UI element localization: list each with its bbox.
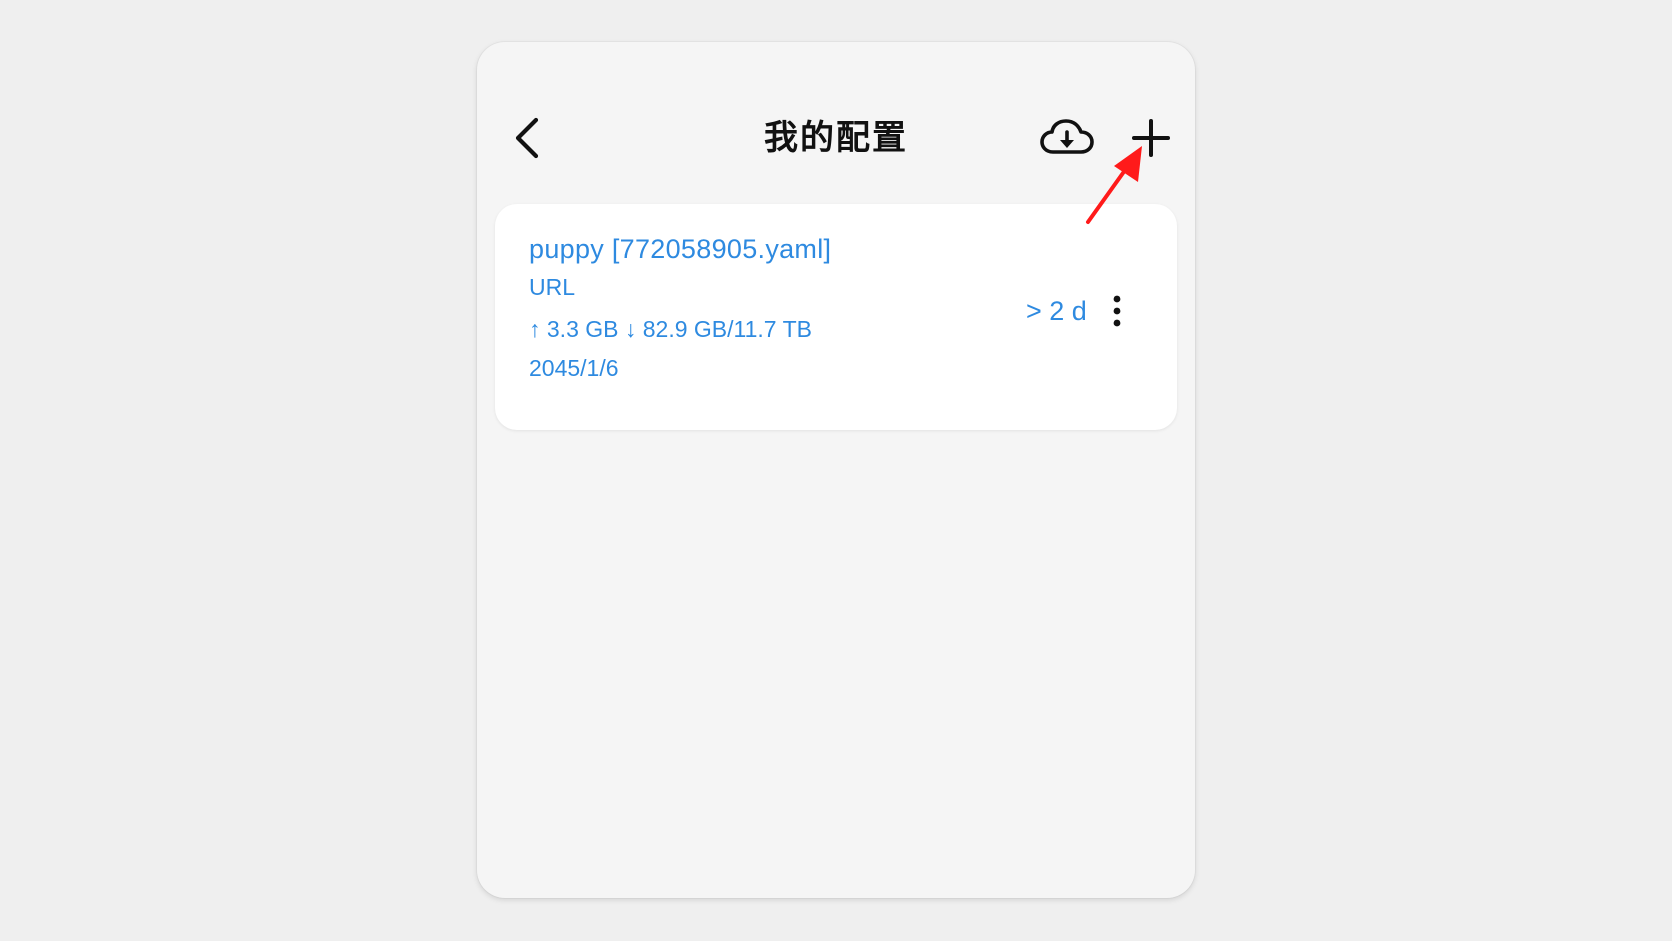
profile-card[interactable]: puppy [772058905.yaml] URL ↑ 3.3 GB ↓ 82… [495,204,1177,430]
add-profile-button[interactable] [1123,110,1179,166]
profile-name: puppy [772058905.yaml] [529,234,832,264]
profile-traffic: ↑ 3.3 GB ↓ 82.9 GB/11.7 TB [529,316,812,342]
top-bar: 我的配置 [477,102,1195,174]
profile-updated-time: > 2 d [1026,296,1087,326]
plus-icon [1132,119,1170,157]
profiles-screen: 我的配置 puppy [772058905.yaml] URL ↑ 3.3 GB… [477,42,1195,898]
profile-info: puppy [772058905.yaml] URL ↑ 3.3 GB ↓ 82… [529,230,831,386]
profile-type: URL [529,274,576,300]
screen: 我的配置 puppy [772058905.yaml] URL ↑ 3.3 GB… [0,0,1672,941]
more-vertical-icon [1113,295,1121,327]
profile-expiry-date: 2045/1/6 [529,355,619,381]
profile-more-button[interactable] [1095,286,1139,336]
import-from-cloud-button[interactable] [1034,110,1100,166]
cloud-download-icon [1040,119,1094,154]
